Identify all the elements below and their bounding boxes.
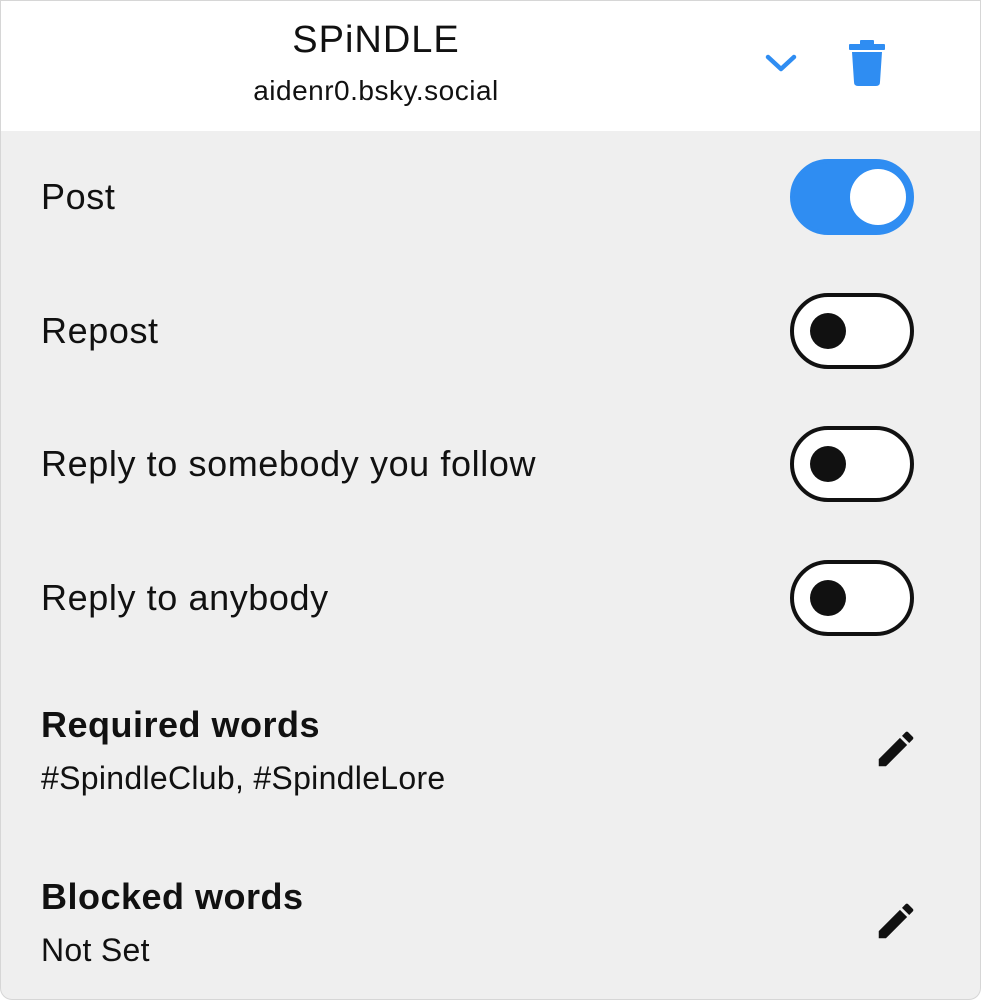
pencil-icon bbox=[878, 731, 914, 767]
collapse-button[interactable] bbox=[753, 39, 809, 87]
pencil-icon bbox=[878, 903, 914, 939]
reply-anybody-toggle[interactable] bbox=[790, 560, 914, 636]
required-words-section: Required words #SpindleClub, #SpindleLor… bbox=[1, 704, 980, 834]
edit-blocked-words-button[interactable] bbox=[867, 892, 925, 950]
feed-settings-card: SPiNDLE aidenr0.bsky.social Post Repost bbox=[0, 0, 981, 1000]
blocked-words-section: Blocked words Not Set bbox=[1, 876, 980, 999]
delete-button[interactable] bbox=[839, 35, 895, 91]
blocked-words-title: Blocked words bbox=[41, 876, 304, 917]
toggle-knob bbox=[850, 169, 906, 225]
repost-toggle[interactable] bbox=[790, 293, 914, 369]
toggle-knob bbox=[810, 580, 846, 616]
chevron-down-icon bbox=[765, 54, 797, 72]
toggle-row-post: Post bbox=[1, 147, 980, 247]
card-header: SPiNDLE aidenr0.bsky.social bbox=[1, 1, 980, 131]
trash-icon bbox=[849, 40, 885, 86]
required-words-value: #SpindleClub, #SpindleLore bbox=[41, 760, 446, 796]
toggle-knob bbox=[810, 313, 846, 349]
toggle-label: Reply to somebody you follow bbox=[41, 443, 537, 484]
toggle-label: Reply to anybody bbox=[41, 577, 329, 618]
post-toggle[interactable] bbox=[790, 159, 914, 235]
toggle-row-reply-follow: Reply to somebody you follow bbox=[1, 414, 980, 514]
blocked-words-value: Not Set bbox=[41, 932, 150, 968]
required-words-title: Required words bbox=[41, 704, 321, 745]
toggle-label: Post bbox=[41, 176, 116, 217]
toggle-label: Repost bbox=[41, 310, 159, 351]
feed-title: SPiNDLE bbox=[292, 19, 460, 61]
toggle-knob bbox=[810, 446, 846, 482]
edit-required-words-button[interactable] bbox=[867, 720, 925, 778]
account-handle: aidenr0.bsky.social bbox=[253, 75, 499, 106]
toggle-row-repost: Repost bbox=[1, 281, 980, 381]
reply-follow-toggle[interactable] bbox=[790, 426, 914, 502]
toggle-row-reply-anybody: Reply to anybody bbox=[1, 548, 980, 648]
